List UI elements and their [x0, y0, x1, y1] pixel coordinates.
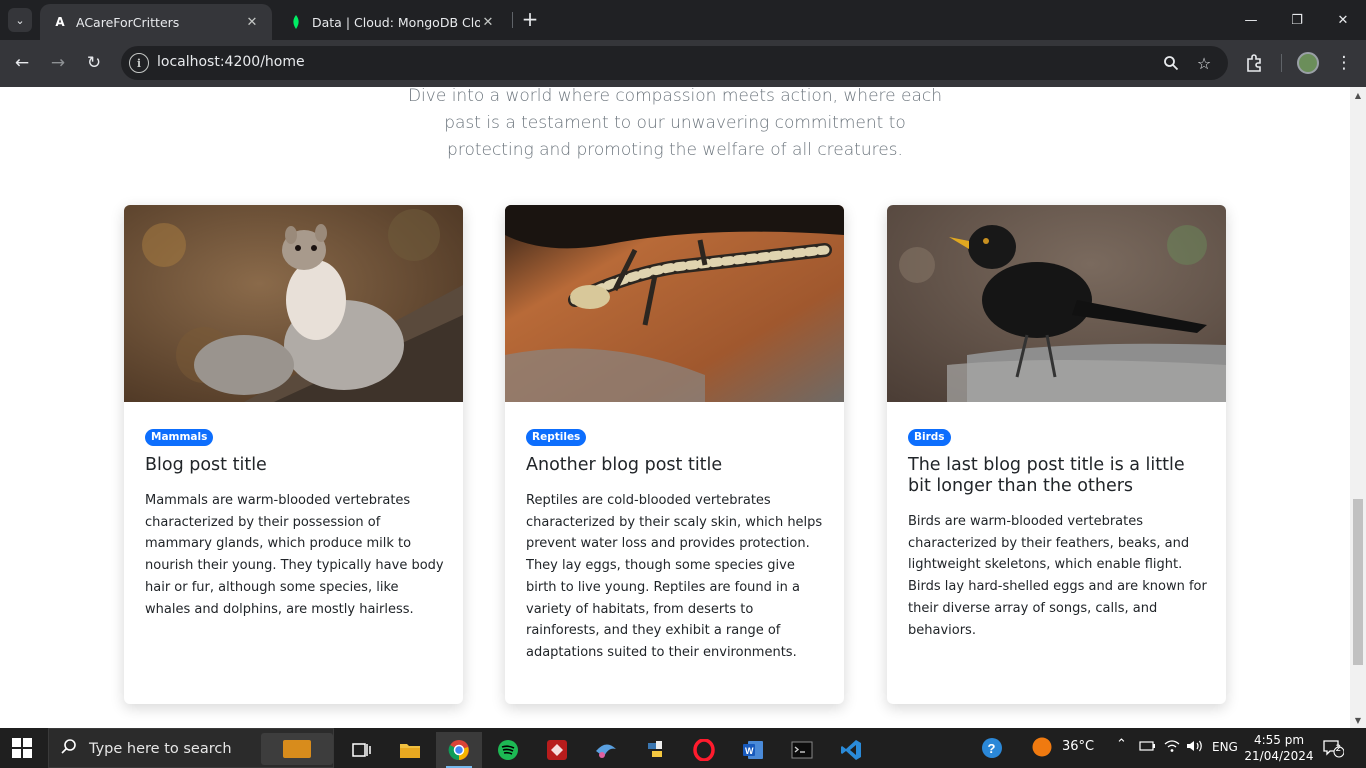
- language-indicator[interactable]: ENG: [1212, 740, 1238, 754]
- squirrel-image: [124, 205, 463, 402]
- help-icon[interactable]: ?: [981, 737, 1003, 762]
- scrollbar-thumb[interactable]: [1353, 499, 1363, 665]
- extensions-icon[interactable]: [1242, 51, 1266, 75]
- blog-card-reptiles[interactable]: Reptiles Another blog post title Reptile…: [505, 205, 844, 704]
- taskbar-search-box[interactable]: Type here to search: [48, 728, 334, 768]
- svg-text:W: W: [745, 746, 754, 756]
- python-icon[interactable]: [632, 732, 678, 768]
- scroll-down-arrow-icon[interactable]: ▼: [1350, 712, 1366, 728]
- tab-divider: [512, 12, 513, 28]
- taskbar-clock[interactable]: 4:55 pm 21/04/2024: [1244, 732, 1314, 764]
- tab-close-icon[interactable]: ✕: [244, 15, 260, 30]
- show-hidden-icons-chevron-icon[interactable]: ⌃: [1116, 737, 1127, 752]
- minimize-button[interactable]: —: [1228, 0, 1274, 40]
- tab-acareforcritters[interactable]: A ACareForCritters ✕: [40, 4, 272, 40]
- weather-sun-icon[interactable]: [1032, 737, 1052, 760]
- snipping-tool-icon[interactable]: [583, 732, 629, 768]
- zoom-icon[interactable]: [1161, 53, 1181, 73]
- blog-card-mammals[interactable]: Mammals Blog post title Mammals are warm…: [124, 205, 463, 704]
- bookmark-star-icon[interactable]: ☆: [1194, 53, 1214, 73]
- card-body: Birds The last blog post title is a litt…: [908, 425, 1208, 641]
- page-scrollbar[interactable]: ▲ ▼: [1350, 87, 1366, 728]
- notifications-icon[interactable]: 2: [1322, 738, 1346, 758]
- card-body: Reptiles Another blog post title Reptile…: [526, 425, 826, 664]
- clock-date: 21/04/2024: [1244, 749, 1314, 763]
- category-badge[interactable]: Mammals: [145, 429, 214, 446]
- scroll-up-arrow-icon[interactable]: ▲: [1350, 87, 1366, 103]
- toolbar-divider: [1281, 54, 1282, 72]
- back-button[interactable]: ←: [9, 50, 35, 76]
- card-title[interactable]: The last blog post title is a little bit…: [908, 455, 1208, 497]
- new-tab-button[interactable]: +: [518, 8, 542, 32]
- intro-paragraph: Dive into a world where compassion meets…: [407, 87, 943, 160]
- word-icon[interactable]: W: [730, 732, 776, 768]
- tab-search-button[interactable]: ⌄: [8, 8, 32, 32]
- address-bar[interactable]: i localhost:4200/home ☆: [121, 46, 1228, 80]
- search-highlight-thumbnail[interactable]: [261, 733, 333, 765]
- tab-title: Data | Cloud: MongoDB Cloud: [312, 14, 480, 30]
- reload-button[interactable]: ↻: [81, 50, 107, 76]
- terminal-icon[interactable]: [779, 732, 825, 768]
- battery-icon[interactable]: [1139, 739, 1157, 756]
- tab-title: ACareForCritters: [76, 14, 180, 30]
- blog-card-birds[interactable]: Birds The last blog post title is a litt…: [887, 205, 1226, 704]
- opera-icon[interactable]: [681, 732, 727, 768]
- spotify-icon[interactable]: [485, 732, 531, 768]
- card-title[interactable]: Another blog post title: [526, 455, 826, 476]
- svg-text:?: ?: [988, 741, 996, 756]
- tab-mongodb[interactable]: Data | Cloud: MongoDB Cloud ✕: [276, 4, 508, 40]
- card-body: Mammals Blog post title Mammals are warm…: [145, 425, 445, 620]
- category-badge[interactable]: Reptiles: [526, 429, 587, 446]
- card-text: Mammals are warm-blooded vertebrates cha…: [145, 493, 444, 617]
- lizard-image: [505, 205, 844, 402]
- task-view-icon[interactable]: [338, 732, 384, 768]
- page-viewport: Dive into a world where compassion meets…: [0, 87, 1350, 728]
- windows-taskbar: Type here to search W ? 36°C ⌃ ENG 4:55 …: [0, 728, 1366, 768]
- file-explorer-icon[interactable]: [387, 732, 433, 768]
- profile-avatar[interactable]: [1297, 52, 1319, 74]
- tab-close-icon[interactable]: ✕: [480, 15, 496, 30]
- restore-button[interactable]: ❐: [1274, 0, 1320, 40]
- wifi-icon[interactable]: [1163, 739, 1181, 756]
- windows-start-icon[interactable]: [12, 738, 32, 758]
- notification-count: 2: [1335, 744, 1342, 754]
- card-title[interactable]: Blog post title: [145, 455, 445, 476]
- menu-kebab-icon[interactable]: ⋮: [1332, 51, 1356, 75]
- url-text[interactable]: localhost:4200/home: [157, 54, 305, 70]
- mongodb-leaf-icon: [288, 14, 304, 30]
- volume-icon[interactable]: [1186, 739, 1204, 756]
- search-placeholder: Type here to search: [89, 741, 232, 757]
- clock-time: 4:55 pm: [1253, 733, 1305, 747]
- browser-tab-bar: ⌄ A ACareForCritters ✕ Data | Cloud: Mon…: [0, 0, 1366, 40]
- weather-temperature[interactable]: 36°C: [1062, 739, 1094, 754]
- search-icon: [61, 738, 77, 759]
- gaming-app-icon[interactable]: [534, 732, 580, 768]
- angular-favicon-icon: A: [55, 15, 65, 29]
- vscode-icon[interactable]: [828, 732, 874, 768]
- card-text: Reptiles are cold-blooded vertebrates ch…: [526, 493, 823, 660]
- close-window-button[interactable]: ✕: [1320, 0, 1366, 40]
- card-text: Birds are warm-blooded vertebrates chara…: [908, 514, 1207, 638]
- category-badge[interactable]: Birds: [908, 429, 951, 446]
- chrome-icon[interactable]: [436, 732, 482, 768]
- blackbird-image: [887, 205, 1226, 402]
- site-info-icon[interactable]: i: [129, 53, 149, 73]
- browser-toolbar: ← → ↻ i localhost:4200/home ☆ ⋮: [0, 40, 1366, 87]
- forward-button[interactable]: →: [45, 50, 71, 76]
